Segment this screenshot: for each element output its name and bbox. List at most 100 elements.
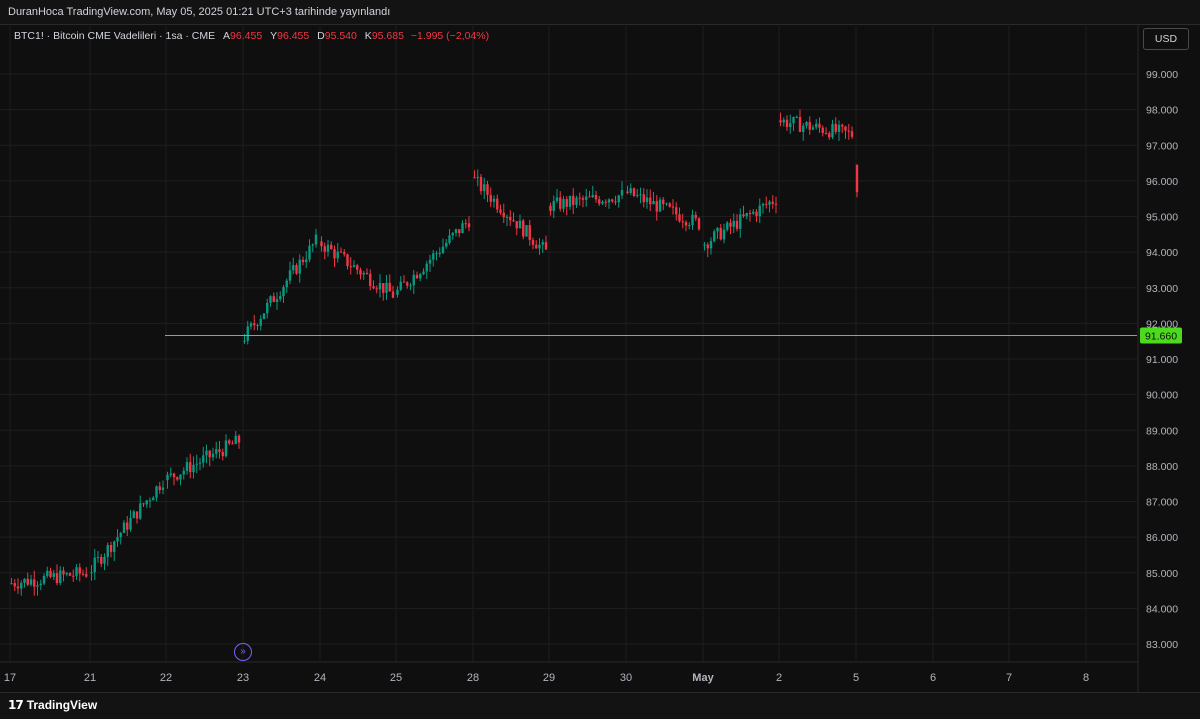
symbol-name[interactable]: BTC1! · Bitcoin CME Vadelileri · 1sa · C… — [14, 30, 215, 42]
time-tick-label: May — [692, 672, 714, 684]
time-tick-label: 30 — [620, 672, 632, 684]
candle-body — [231, 443, 234, 445]
price-tick-label: 95.000 — [1146, 212, 1178, 224]
candle-body — [259, 318, 262, 326]
time-tick-label: 7 — [1006, 672, 1012, 684]
candle-body — [761, 203, 765, 206]
candle-body — [535, 244, 538, 249]
candle-body — [585, 196, 588, 200]
candle-body — [202, 455, 205, 463]
candle-body — [336, 251, 339, 259]
candle-body — [176, 477, 179, 480]
candle-body — [562, 199, 565, 209]
price-tick-label: 94.000 — [1146, 247, 1178, 259]
candle-body — [844, 126, 847, 131]
candle-body — [636, 195, 639, 197]
candle-body — [249, 323, 253, 327]
price-chart[interactable]: 83.000 84.000 85.000 86.000 87.000 88.000 89.0… — [0, 24, 1200, 692]
candle-body — [385, 282, 388, 293]
candle-body — [39, 583, 42, 586]
candle-body — [691, 214, 694, 226]
candle-body — [103, 556, 106, 564]
candle-body — [275, 299, 279, 302]
candle-body — [703, 244, 706, 246]
candle-body — [179, 474, 182, 480]
candle-body — [330, 244, 333, 250]
candle-body — [594, 195, 598, 200]
candle-body — [771, 201, 774, 204]
candle-body — [246, 326, 249, 341]
brand-text: TradingView — [26, 698, 98, 712]
candle-body — [16, 586, 20, 589]
candle-body — [735, 220, 739, 229]
open-label: A — [223, 30, 231, 42]
candle-body — [467, 223, 471, 228]
change-value: −1.995 (−2,04%) — [410, 30, 490, 42]
candle-body — [10, 583, 13, 585]
candle-body — [454, 229, 458, 233]
candle-body — [559, 197, 562, 209]
candle-body — [158, 486, 161, 491]
price-tick-label: 96.000 — [1146, 176, 1178, 188]
time-tick-label: 22 — [160, 672, 172, 684]
candle-body — [100, 556, 103, 564]
candle-body — [29, 579, 33, 585]
candle-body — [745, 213, 748, 217]
candle-body — [272, 296, 275, 302]
candle-body — [49, 570, 52, 577]
candle-body — [326, 244, 330, 252]
time-tick-label: 6 — [930, 672, 936, 684]
candle-body — [349, 266, 352, 268]
candle-body — [632, 188, 636, 196]
candle-body — [626, 191, 629, 193]
candle-body — [116, 537, 119, 542]
candle-body — [339, 251, 343, 253]
candle-body — [305, 259, 308, 263]
candle-body — [831, 123, 834, 138]
candle-body — [90, 572, 93, 574]
candle-body — [629, 188, 632, 193]
candle-body — [581, 198, 585, 200]
candle-body — [588, 196, 591, 198]
candle-body — [352, 265, 356, 267]
candle-body — [855, 164, 859, 193]
candle-body — [824, 132, 828, 134]
close-label: K — [364, 30, 372, 42]
candle-body — [515, 221, 518, 229]
candle-body — [269, 296, 272, 303]
price-tick-label: 99.000 — [1146, 69, 1178, 81]
candle-body — [224, 440, 228, 457]
candle-body — [499, 209, 502, 213]
candle-body — [538, 244, 541, 249]
candle-body — [23, 578, 26, 583]
candle-body — [399, 281, 402, 290]
candle-body — [575, 197, 578, 205]
candle-body — [464, 223, 467, 225]
candle-body — [834, 123, 837, 132]
candle-body — [135, 511, 139, 519]
candle-body — [237, 435, 241, 443]
candle-body — [808, 122, 811, 130]
candle-body — [671, 206, 675, 208]
candle-body — [768, 201, 771, 205]
tradingview-brand[interactable]: 17 TradingView — [8, 698, 97, 712]
candle-body — [713, 231, 716, 242]
price-tick-label: 89.000 — [1146, 425, 1178, 437]
candle-body — [189, 462, 192, 473]
candle-body — [192, 464, 195, 473]
candle-body — [42, 575, 46, 584]
candle-body — [85, 573, 88, 577]
candle-body — [33, 579, 36, 587]
candle-body — [798, 116, 802, 132]
candle-body — [752, 211, 755, 214]
candle-body — [458, 229, 461, 234]
candle-body — [802, 125, 805, 132]
candle-body — [346, 254, 349, 267]
chart-svg[interactable]: 83.000 84.000 85.000 86.000 87.000 88.000 89.0… — [0, 24, 1200, 692]
close-value: 95.685 — [371, 30, 404, 42]
price-tick-label: 98.000 — [1146, 105, 1178, 117]
candle-body — [678, 214, 681, 222]
candle-body — [811, 127, 815, 130]
double-chevron-right-icon[interactable]: » — [234, 643, 252, 661]
candle-body — [805, 122, 808, 126]
